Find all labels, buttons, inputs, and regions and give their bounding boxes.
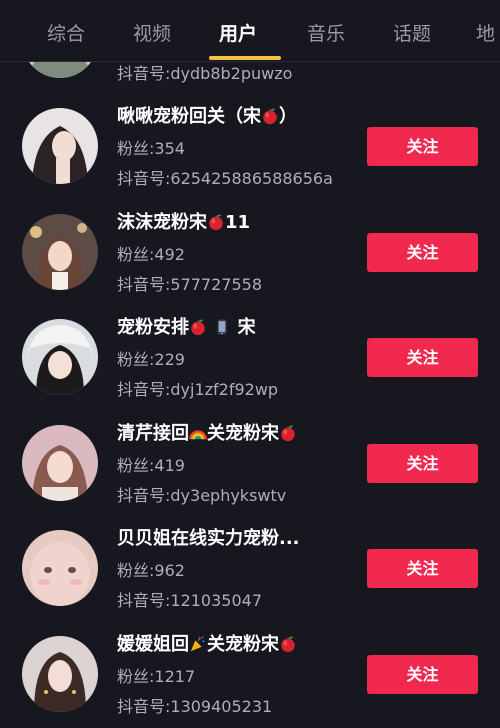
apple-emoji-icon (281, 636, 295, 653)
fans-count: 粉丝:419 (117, 456, 185, 475)
tab-topics[interactable]: 话题 (390, 20, 434, 50)
douyin-id: 抖音号:121035047 (117, 591, 263, 610)
follow-button[interactable]: 关注 (367, 338, 478, 377)
user-result-list: 抖音号:dydb8b2puwzo 啾啾宠粉回关（宋） 粉丝:354 抖音号:62… (0, 0, 500, 728)
douyin-id: 抖音号:dydb8b2puwzo (117, 64, 293, 83)
follow-button[interactable]: 关注 (367, 655, 478, 694)
user-name: 啾啾宠粉回关（宋） (117, 106, 297, 127)
active-tab-indicator (209, 56, 281, 60)
rainbow-emoji-icon (189, 430, 207, 440)
phone-emoji-icon (217, 319, 227, 335)
user-name: 媛媛姐回 关宠粉宋 (117, 634, 297, 656)
apple-emoji-icon (191, 319, 205, 336)
douyin-id: 抖音号:1309405231 (117, 697, 273, 716)
fans-count: 粉丝:354 (117, 139, 185, 158)
user-name: 宠粉安排 宋 (117, 317, 256, 338)
avatar[interactable] (22, 636, 98, 712)
user-name: 贝贝姐在线实力宠粉... (117, 528, 300, 549)
douyin-id: 抖音号:dy3ephykswtv (117, 486, 287, 505)
douyin-id: 抖音号:dyj1zf2f92wp (117, 380, 279, 399)
user-name: 清芹接回 关宠粉宋 (117, 423, 297, 445)
avatar[interactable] (22, 319, 98, 395)
avatar[interactable] (22, 214, 98, 290)
search-category-tabs: 综合 视频 用户 音乐 话题 地 (0, 0, 500, 62)
avatar[interactable] (22, 108, 98, 184)
fans-count: 粉丝:962 (117, 561, 185, 580)
user-name: 沫沫宠粉宋 11 (117, 212, 251, 233)
party-popper-emoji-icon (190, 636, 205, 652)
avatar[interactable] (22, 530, 98, 606)
follow-button[interactable]: 关注 (367, 549, 478, 588)
apple-emoji-icon (209, 214, 223, 231)
tab-comprehensive[interactable]: 综合 (44, 20, 88, 50)
fans-count: 粉丝:1217 (117, 667, 196, 686)
follow-button[interactable]: 关注 (367, 233, 478, 272)
follow-button[interactable]: 关注 (367, 127, 478, 166)
tab-videos[interactable]: 视频 (130, 20, 174, 50)
douyin-id: 抖音号:625425886588656a (117, 169, 333, 188)
tab-music[interactable]: 音乐 (304, 20, 348, 50)
douyin-id: 抖音号:577727558 (117, 275, 263, 294)
fans-count: 粉丝:229 (117, 350, 185, 369)
fans-count: 粉丝:492 (117, 245, 185, 264)
apple-emoji-icon (263, 108, 277, 125)
apple-emoji-icon (281, 425, 295, 442)
follow-button[interactable]: 关注 (367, 444, 478, 483)
avatar[interactable] (22, 425, 98, 501)
tab-locations[interactable]: 地 (476, 20, 500, 50)
tab-users[interactable]: 用户 (216, 20, 260, 50)
